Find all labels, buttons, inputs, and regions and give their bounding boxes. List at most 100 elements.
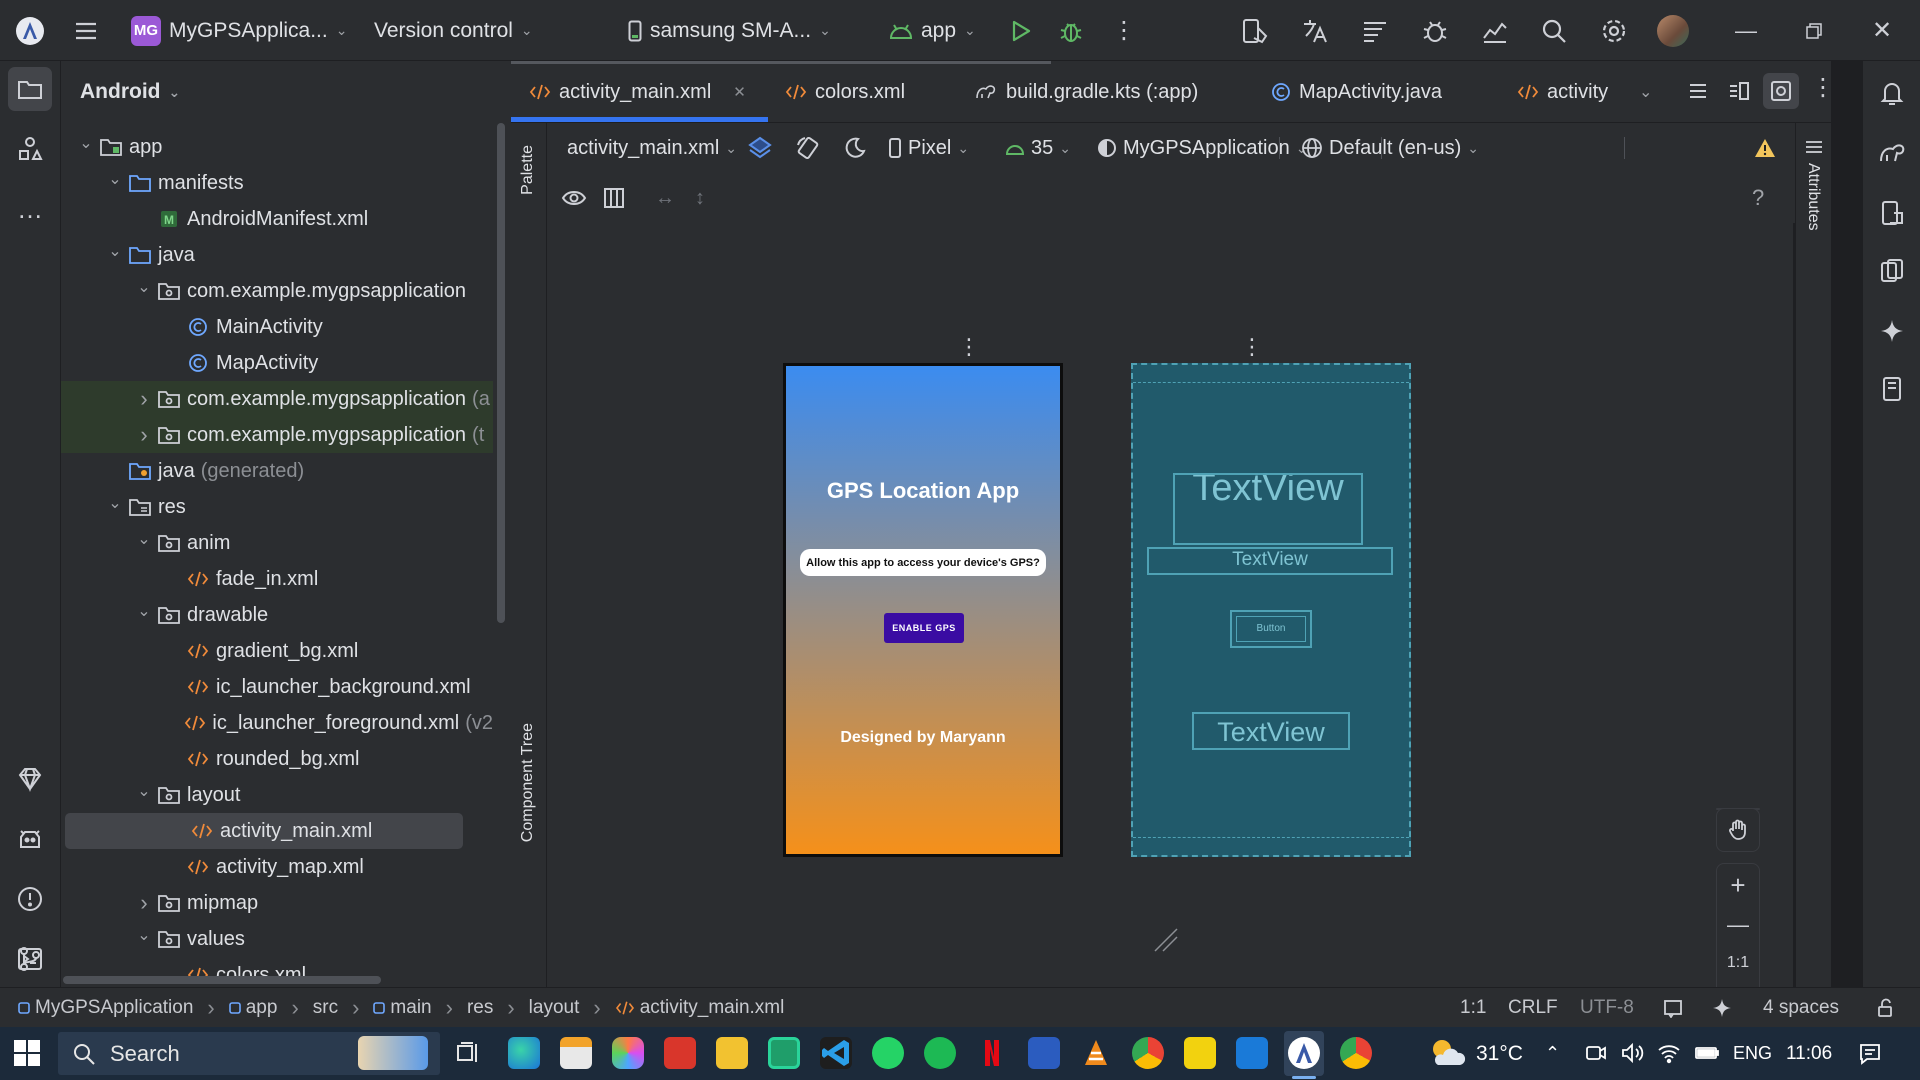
- tree-item[interactable]: ic_launcher_foreground.xml (v2: [61, 705, 493, 741]
- locale-selector[interactable]: Default (en-us) ⌄: [1301, 123, 1479, 173]
- expand-chevron-icon[interactable]: ⌄: [133, 529, 155, 549]
- translate-icon[interactable]: [1300, 0, 1330, 61]
- task-view-icon[interactable]: [455, 1040, 481, 1066]
- design-surface-icon[interactable]: [747, 123, 773, 173]
- chrome-icon[interactable]: [1132, 1037, 1164, 1069]
- project-view-selector[interactable]: Android ⌄: [80, 61, 180, 123]
- android-build-icon[interactable]: [8, 817, 52, 861]
- tree-item[interactable]: java (generated): [61, 453, 493, 489]
- expand-chevron-icon[interactable]: ⌄: [104, 169, 126, 189]
- notifications-bell-icon[interactable]: [1870, 71, 1914, 115]
- expand-chevron-icon[interactable]: ⌄: [133, 925, 155, 945]
- editor-tab[interactable]: activity_main.xml ✕: [529, 61, 746, 123]
- phone-preview[interactable]: GPS Location App Allow this app to acces…: [783, 363, 1063, 857]
- pycharm-icon[interactable]: [768, 1037, 800, 1069]
- tree-item-selected[interactable]: activity_main.xml: [65, 813, 463, 849]
- tree-item[interactable]: MainActivity: [61, 309, 493, 345]
- expand-chevron-icon[interactable]: ⌄: [104, 493, 126, 513]
- expand-chevron-icon[interactable]: ⌄: [133, 781, 155, 801]
- expand-chevron-icon[interactable]: ⌄: [75, 133, 97, 153]
- blueprint-options-icon[interactable]: ⋮: [1241, 334, 1263, 360]
- layout-file-selector[interactable]: activity_main.xml ⌄: [567, 123, 737, 173]
- breadcrumb-item[interactable]: layout: [529, 997, 580, 1019]
- tree-item[interactable]: ⌄ app: [61, 129, 493, 165]
- meet-now-icon[interactable]: [1585, 1042, 1607, 1064]
- resize-handle-icon[interactable]: [1151, 925, 1181, 955]
- breadcrumb-item[interactable]: app: [228, 997, 277, 1019]
- orientation-icon[interactable]: [795, 123, 821, 173]
- design-view-icon[interactable]: [1763, 73, 1799, 109]
- run-button[interactable]: [1008, 0, 1032, 61]
- breadcrumb-item[interactable]: main: [373, 997, 432, 1019]
- debug-button[interactable]: [1058, 0, 1084, 61]
- edge-browser-icon[interactable]: [508, 1037, 540, 1069]
- vlc-icon[interactable]: [1080, 1037, 1112, 1069]
- tree-horizontal-scrollbar[interactable]: [63, 976, 381, 984]
- whatsapp-icon[interactable]: [872, 1037, 904, 1069]
- editor-tab[interactable]: activity: [1517, 61, 1627, 123]
- device-selector[interactable]: samsung SM-A... ⌄: [628, 0, 831, 61]
- blueprint-preview[interactable]: TextView TextView Button TextView: [1131, 363, 1411, 857]
- palette-tab[interactable]: Palette: [519, 145, 537, 195]
- problems-icon[interactable]: [8, 877, 52, 921]
- caret-position[interactable]: 1:1: [1460, 988, 1486, 1028]
- tree-item[interactable]: fade_in.xml: [61, 561, 493, 597]
- tree-item[interactable]: › com.example.mygpsapplication (t: [61, 417, 493, 453]
- logcat-icon[interactable]: [1360, 0, 1390, 61]
- editor-more-icon[interactable]: ⋮: [1811, 73, 1835, 102]
- tree-item[interactable]: MapActivity: [61, 345, 493, 381]
- breadcrumb-item[interactable]: activity_main.xml: [615, 997, 784, 1019]
- profiler-icon[interactable]: [1480, 0, 1510, 61]
- running-devices-icon[interactable]: [1870, 249, 1914, 293]
- copilot-icon[interactable]: [612, 1037, 644, 1069]
- settings-gear-icon[interactable]: [1600, 0, 1628, 61]
- zoom-actual-size[interactable]: 1:1: [1717, 948, 1759, 978]
- night-mode-icon[interactable]: [843, 123, 867, 173]
- tree-item[interactable]: ⌄ manifests: [61, 165, 493, 201]
- battery-icon[interactable]: [1694, 1043, 1720, 1063]
- tray-overflow-chevron-icon[interactable]: ⌃: [1545, 1027, 1560, 1080]
- breadcrumb-item[interactable]: res: [467, 997, 493, 1019]
- windows-start-icon[interactable]: [14, 1040, 40, 1066]
- tree-item[interactable]: › mipmap: [61, 885, 493, 921]
- tab-list-chevron-icon[interactable]: ⌄: [1639, 61, 1652, 123]
- tree-item[interactable]: rounded_bg.xml: [61, 741, 493, 777]
- device-file-explorer-icon[interactable]: [1870, 191, 1914, 235]
- readonly-toggle-icon[interactable]: [1663, 988, 1683, 1028]
- breadcrumb-item[interactable]: MyGPSApplication: [18, 997, 193, 1019]
- code-view-icon[interactable]: [1686, 79, 1710, 103]
- expand-chevron-icon[interactable]: ⌄: [133, 601, 155, 621]
- volume-icon[interactable]: [1620, 1042, 1644, 1064]
- breadcrumb-item[interactable]: src: [313, 997, 338, 1019]
- word-icon[interactable]: [1028, 1037, 1060, 1069]
- taskbar-search-box[interactable]: Search: [58, 1032, 440, 1075]
- tree-item[interactable]: ⌄ java: [61, 237, 493, 273]
- more-actions-icon[interactable]: ⋮: [1112, 0, 1136, 61]
- search-icon[interactable]: [1540, 0, 1568, 61]
- file-explorer-icon[interactable]: [716, 1037, 748, 1069]
- microsoft-store-icon[interactable]: [560, 1037, 592, 1069]
- help-icon[interactable]: ?: [1752, 173, 1764, 223]
- weather-icon[interactable]: [1428, 1035, 1466, 1071]
- lock-icon[interactable]: [1876, 988, 1896, 1028]
- horizontal-resize-icon[interactable]: ↔: [655, 173, 675, 223]
- minimize-window-icon[interactable]: —: [1735, 0, 1757, 61]
- collapse-chevron-icon[interactable]: ›: [133, 890, 155, 916]
- file-encoding[interactable]: UTF-8: [1580, 988, 1634, 1028]
- app-inspection-icon[interactable]: [1420, 0, 1450, 61]
- tree-item[interactable]: ⌄ drawable: [61, 597, 493, 633]
- app-blue-icon[interactable]: [1236, 1037, 1268, 1069]
- gemini-gem-icon[interactable]: [8, 757, 52, 801]
- restore-window-icon[interactable]: [1805, 0, 1823, 61]
- view-options-eye-icon[interactable]: [561, 173, 587, 223]
- component-tree-tab[interactable]: Component Tree: [519, 723, 537, 842]
- notification-center-icon[interactable]: [1858, 1042, 1882, 1066]
- vscode-icon[interactable]: [820, 1037, 852, 1069]
- device-manager-icon[interactable]: [1240, 0, 1270, 61]
- tree-item[interactable]: › com.example.mygpsapplication (a: [61, 381, 493, 417]
- tree-item[interactable]: gradient_bg.xml: [61, 633, 493, 669]
- zoom-out-icon[interactable]: —: [1717, 910, 1759, 940]
- tree-item[interactable]: ic_launcher_background.xml: [61, 669, 493, 705]
- input-language[interactable]: ENG: [1733, 1027, 1772, 1080]
- pan-hand-icon[interactable]: [1716, 808, 1760, 852]
